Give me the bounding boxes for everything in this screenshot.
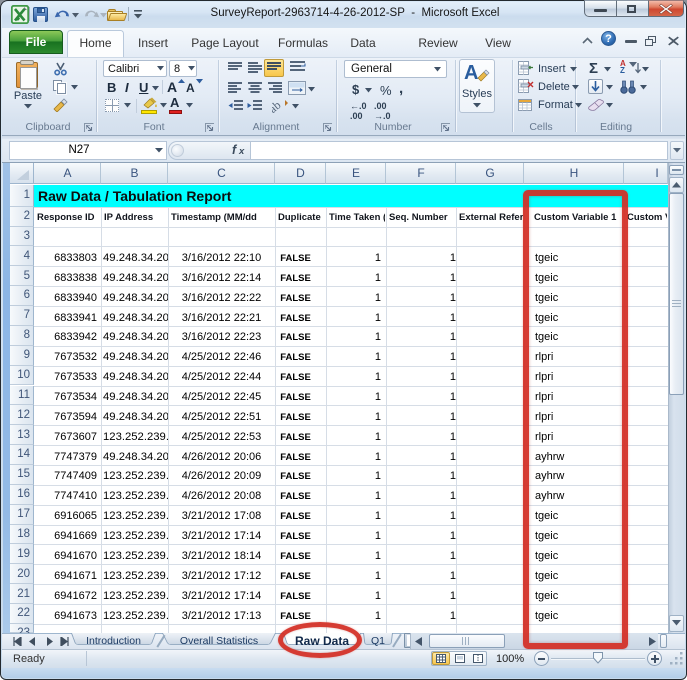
- svg-text:ab: ab: [272, 98, 284, 113]
